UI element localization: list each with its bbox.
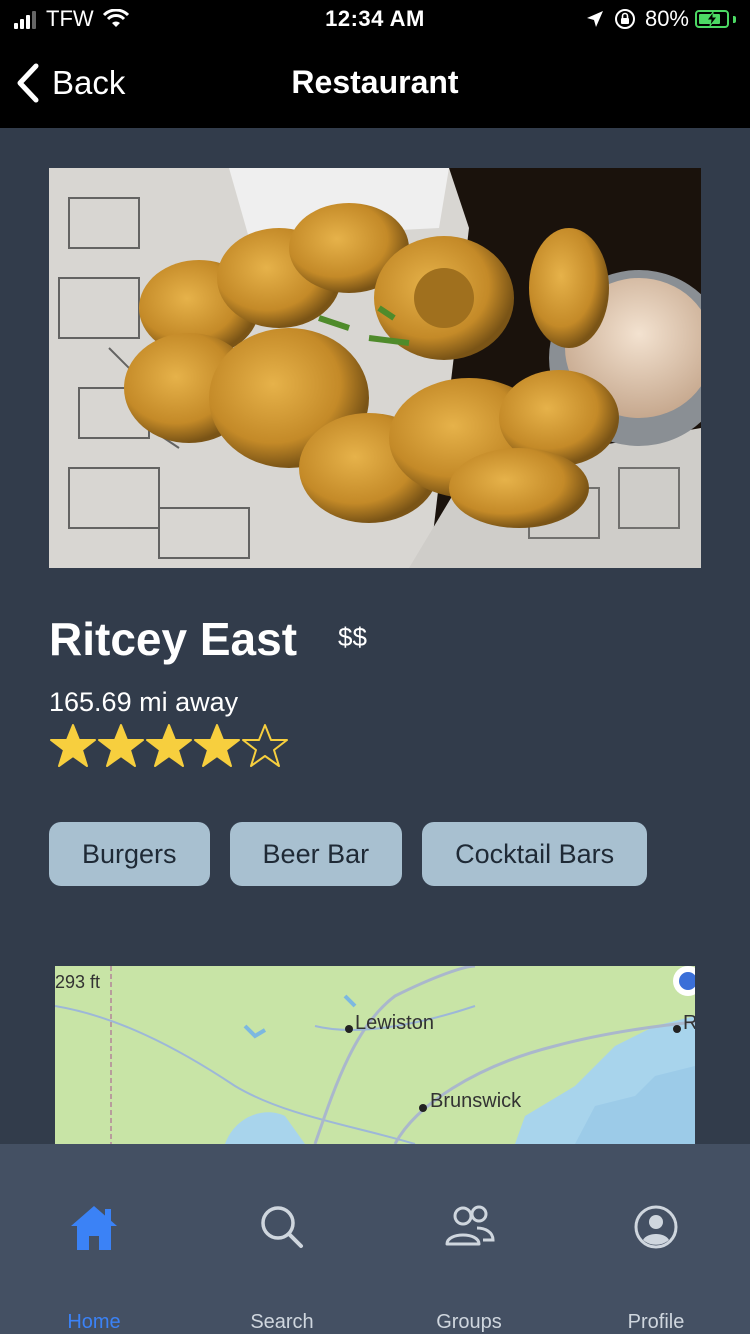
star-filled-icon: [98, 724, 144, 767]
category-tag[interactable]: Burgers: [49, 822, 210, 886]
map-elevation-label: 293 ft: [55, 972, 101, 992]
groups-icon: [445, 1205, 495, 1246]
map-place-r: R: [683, 1012, 695, 1034]
restaurant-name: Ritcey East: [49, 613, 298, 665]
status-bar-right: 80%: [585, 6, 736, 32]
star-rating: [49, 722, 289, 770]
tab-bar: Home Search Groups Profile: [0, 1144, 750, 1334]
star-filled-icon: [194, 724, 240, 767]
tab-home-label: Home: [67, 1311, 121, 1333]
restaurant-photo: [49, 168, 701, 568]
tab-search[interactable]: Search: [188, 1144, 376, 1334]
tab-groups[interactable]: Groups: [375, 1144, 563, 1334]
tab-search-label: Search: [250, 1311, 314, 1333]
tab-home[interactable]: Home: [0, 1144, 188, 1334]
star-filled-icon: [146, 724, 192, 767]
star-filled-icon: [50, 724, 96, 767]
location-arrow-icon: [586, 11, 603, 27]
category-tags: Burgers Beer Bar Cocktail Bars: [49, 822, 667, 886]
map-place-lewiston: Lewiston: [355, 1012, 434, 1034]
distance-label: 165.69 mi away: [49, 687, 239, 717]
profile-icon: [634, 1205, 678, 1249]
price-level: $$: [338, 622, 367, 652]
page-title: Restaurant: [291, 64, 459, 100]
battery-percentage: 80%: [644, 6, 689, 31]
orientation-lock-icon: [614, 9, 635, 29]
tab-profile[interactable]: Profile: [562, 1144, 750, 1334]
location-map[interactable]: 293 ft Lewiston Brunswick R: [55, 966, 695, 1144]
tab-groups-label: Groups: [436, 1311, 502, 1333]
map-place-brunswick: Brunswick: [430, 1090, 522, 1112]
tab-profile-label: Profile: [627, 1311, 685, 1333]
home-icon: [71, 1206, 117, 1250]
category-tag[interactable]: Beer Bar: [229, 822, 403, 886]
category-tag[interactable]: Cocktail Bars: [422, 822, 648, 886]
user-location-marker[interactable]: [673, 966, 695, 996]
battery-charging-icon: [695, 10, 729, 28]
top-bar: TFW 12:34 AM 80% Back Restaurant: [0, 0, 750, 128]
search-icon: [261, 1206, 303, 1248]
star-empty-icon: [242, 724, 288, 767]
